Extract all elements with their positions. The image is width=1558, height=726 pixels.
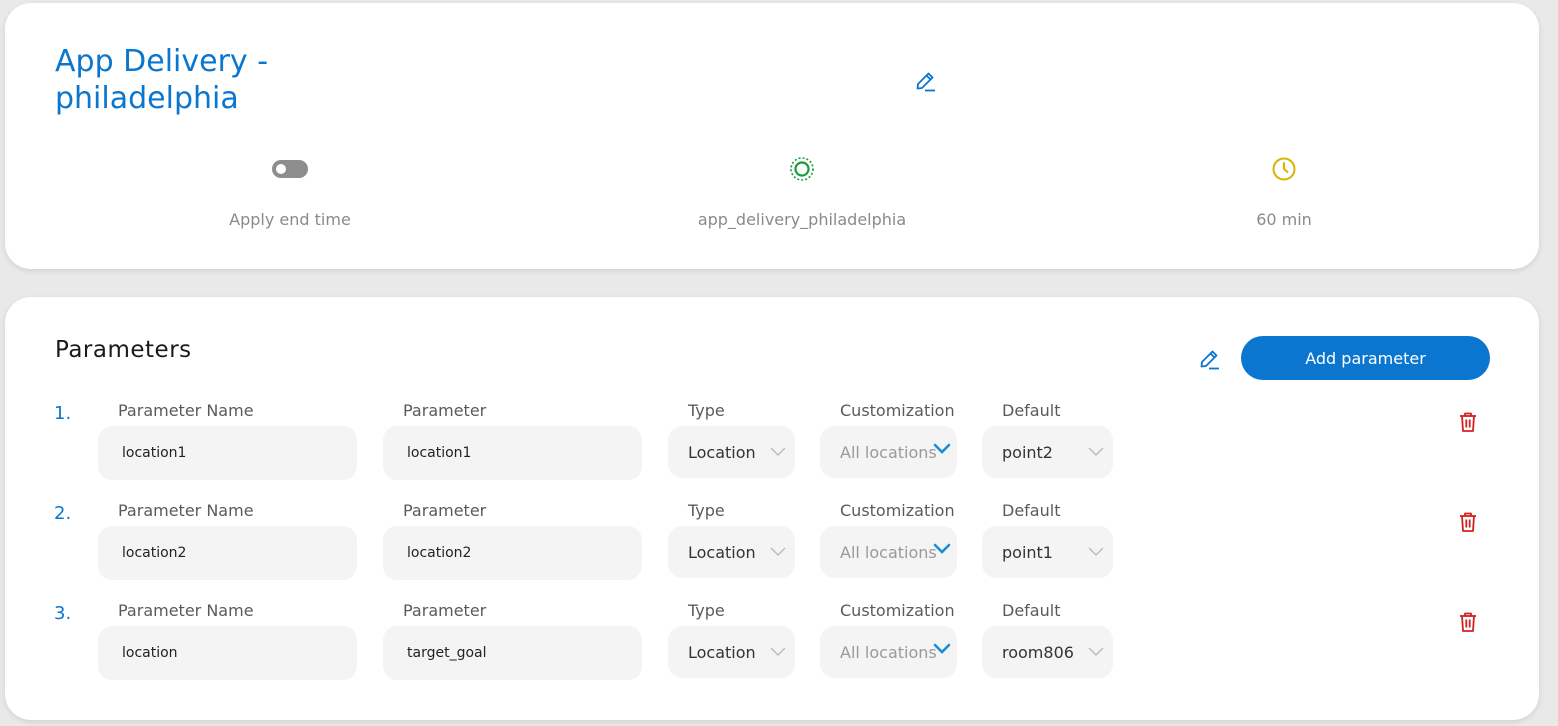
edit-title-icon[interactable]	[913, 69, 937, 93]
default-label: Default	[1002, 501, 1061, 520]
default-value: room806	[1002, 642, 1074, 662]
type-select[interactable]: Location	[668, 626, 795, 678]
type-select[interactable]: Location	[668, 426, 795, 478]
default-value: point1	[1002, 542, 1053, 562]
parameter-label: Parameter	[403, 601, 487, 620]
row-number: 3.	[54, 603, 72, 624]
mission-name: app_delivery_philadelphia	[697, 210, 907, 229]
parameter-input[interactable]: location2	[383, 526, 642, 580]
chevron-down-icon	[770, 647, 786, 657]
chevron-down-icon	[933, 443, 951, 454]
type-label: Type	[688, 401, 725, 420]
default-label: Default	[1002, 401, 1061, 420]
parameter-name-input[interactable]: location1	[98, 426, 357, 480]
customization-label: Customization	[840, 401, 955, 420]
parameter-row: 2. Parameter Name Parameter Type Customi…	[5, 497, 1539, 587]
chevron-down-icon	[770, 447, 786, 457]
parameter-label: Parameter	[403, 501, 487, 520]
type-label: Type	[688, 601, 725, 620]
mission-header-card: App Delivery - philadelphia Apply end ti…	[5, 3, 1539, 269]
parameter-input[interactable]: location1	[383, 426, 642, 480]
clock-icon	[1272, 157, 1296, 181]
end-time-toggle[interactable]	[272, 160, 308, 178]
chevron-down-icon	[1088, 447, 1104, 457]
chevron-down-icon	[770, 547, 786, 557]
customization-select[interactable]: All locations	[820, 526, 957, 578]
row-number: 1.	[54, 403, 72, 424]
parameter-row: 3. Parameter Name Parameter Type Customi…	[5, 597, 1539, 687]
parameters-title: Parameters	[55, 337, 192, 363]
edit-parameters-icon[interactable]	[1197, 347, 1221, 371]
add-parameter-button[interactable]: Add parameter	[1241, 336, 1490, 380]
delete-icon[interactable]	[1458, 611, 1478, 633]
customization-label: Customization	[840, 601, 955, 620]
row-number: 2.	[54, 503, 72, 524]
customization-value: All locations	[840, 442, 937, 462]
parameter-name-label: Parameter Name	[118, 601, 254, 620]
type-value: Location	[688, 442, 756, 462]
chevron-down-icon	[1088, 547, 1104, 557]
chevron-down-icon	[1088, 647, 1104, 657]
parameter-input[interactable]: target_goal	[383, 626, 642, 680]
customization-value: All locations	[840, 642, 937, 662]
parameter-name-label: Parameter Name	[118, 401, 254, 420]
default-select[interactable]: room806	[982, 626, 1113, 678]
type-value: Location	[688, 642, 756, 662]
customization-value: All locations	[840, 542, 937, 562]
parameter-name-label: Parameter Name	[118, 501, 254, 520]
parameter-name-input[interactable]: location2	[98, 526, 357, 580]
delete-icon[interactable]	[1458, 411, 1478, 433]
parameter-label: Parameter	[403, 401, 487, 420]
default-select[interactable]: point2	[982, 426, 1113, 478]
chevron-down-icon	[933, 643, 951, 654]
parameters-card: Parameters Add parameter 1. Parameter Na…	[5, 297, 1539, 720]
customization-label: Customization	[840, 501, 955, 520]
type-label: Type	[688, 501, 725, 520]
customization-select[interactable]: All locations	[820, 426, 957, 478]
customization-select[interactable]: All locations	[820, 626, 957, 678]
default-value: point2	[1002, 442, 1053, 462]
mission-name-section: app_delivery_philadelphia	[652, 157, 952, 229]
duration-section: 60 min	[1134, 157, 1434, 229]
page-title: App Delivery - philadelphia	[55, 44, 269, 116]
parameter-row: 1. Parameter Name Parameter Type Customi…	[5, 397, 1539, 487]
type-select[interactable]: Location	[668, 526, 795, 578]
type-value: Location	[688, 542, 756, 562]
duration-value: 60 min	[1256, 210, 1312, 229]
default-label: Default	[1002, 601, 1061, 620]
delete-icon[interactable]	[1458, 511, 1478, 533]
parameter-name-input[interactable]: location	[98, 626, 357, 680]
end-time-section: Apply end time	[140, 158, 440, 229]
default-select[interactable]: point1	[982, 526, 1113, 578]
chevron-down-icon	[933, 543, 951, 554]
status-active-icon	[790, 157, 814, 181]
end-time-label: Apply end time	[229, 210, 351, 229]
